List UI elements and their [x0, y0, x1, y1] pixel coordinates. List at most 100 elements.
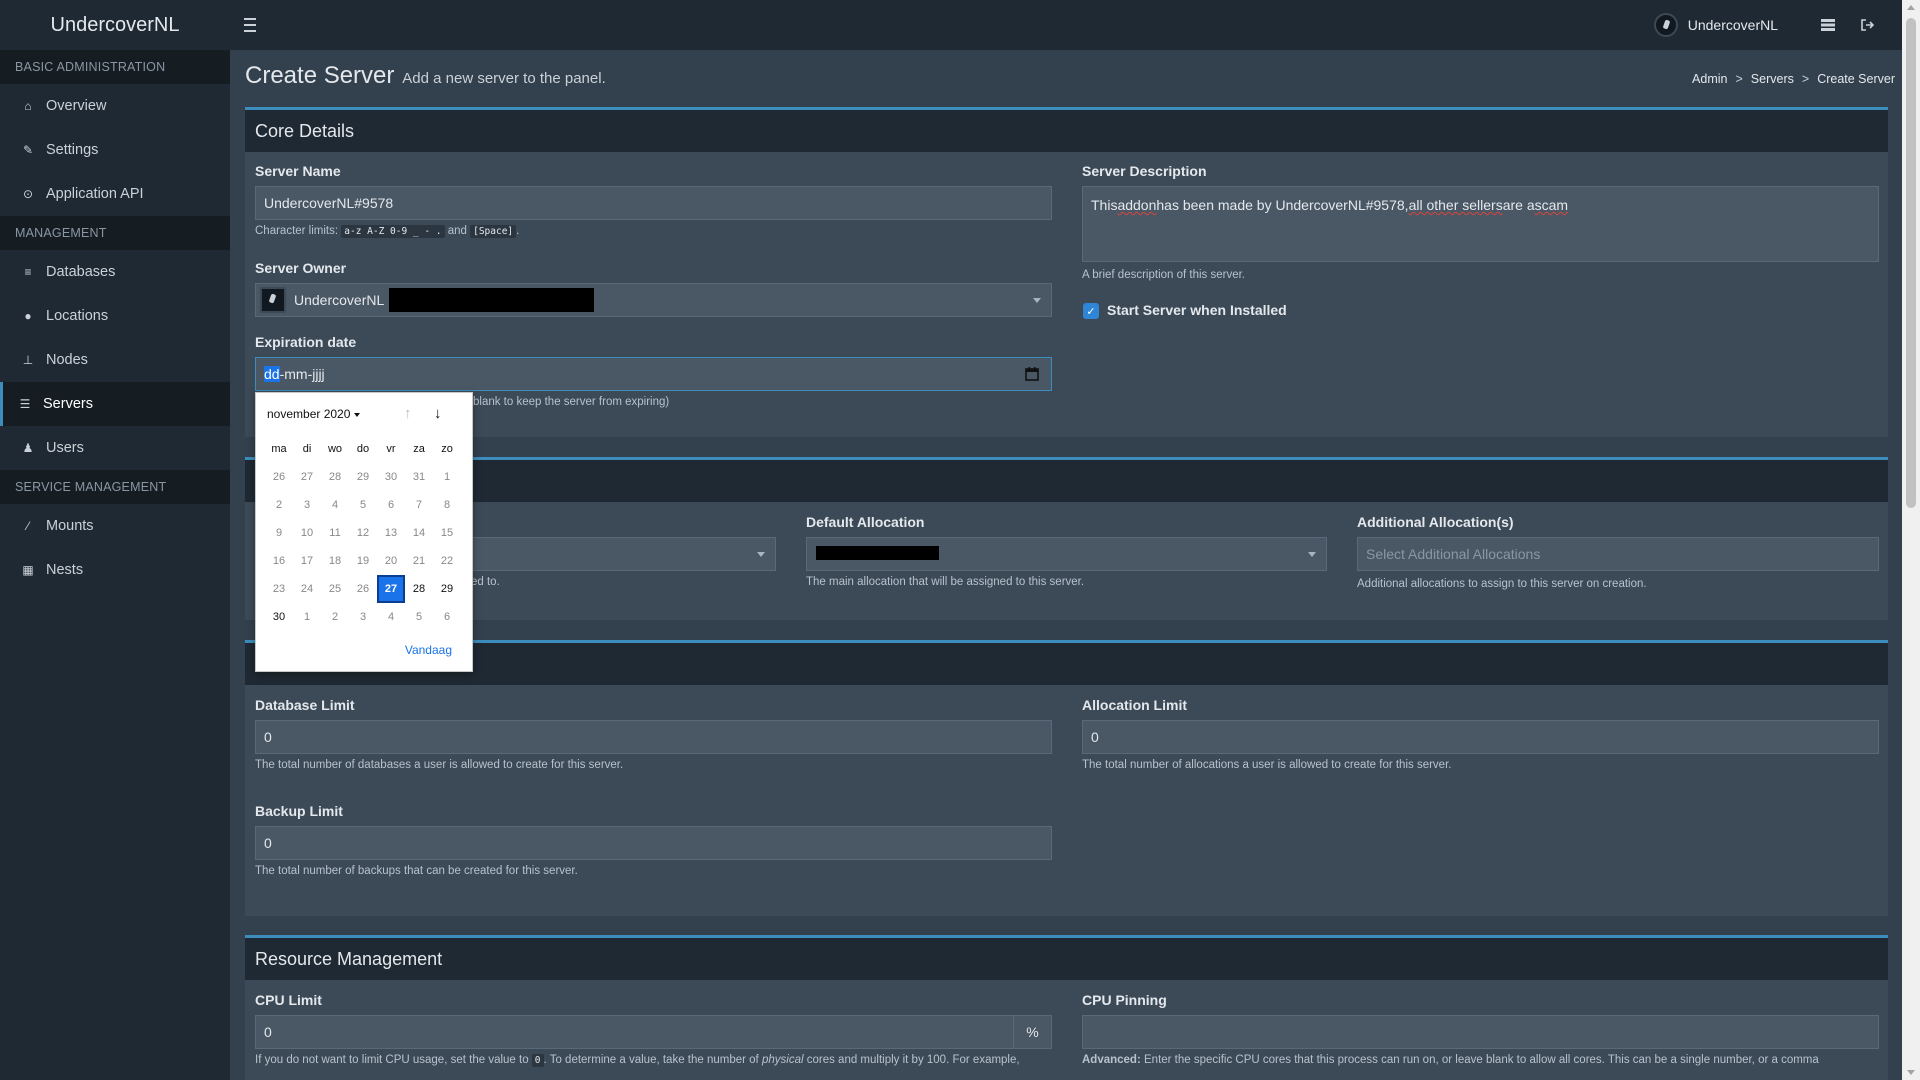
calendar-day[interactable]: 31 — [405, 463, 433, 491]
calendar-day[interactable]: 28 — [321, 463, 349, 491]
logout-icon[interactable] — [1848, 0, 1888, 50]
server-description-label: Server Description — [1082, 163, 1207, 179]
weekday-header: do — [356, 443, 370, 455]
server-name-label: Server Name — [255, 163, 341, 179]
server-icon: ☰ — [19, 397, 31, 411]
start-server-checkbox[interactable]: ✓ — [1083, 303, 1099, 319]
cpu-limit-help: If you do not want to limit CPU usage, s… — [255, 1054, 1020, 1067]
sidebar-item-nests[interactable]: ▦ Nests — [0, 548, 230, 592]
calendar-day[interactable]: 27 — [293, 463, 321, 491]
page-subtitle: Add a new server to the panel. — [402, 70, 606, 87]
calendar-day[interactable]: 16 — [265, 547, 293, 575]
calendar-day[interactable]: 29 — [349, 463, 377, 491]
sidebar-item-databases[interactable]: ≡ Databases — [0, 250, 230, 294]
owner-name: UndercoverNL — [294, 292, 385, 308]
calendar-day[interactable]: 23 — [265, 575, 293, 603]
calendar-day[interactable]: 1 — [433, 463, 461, 491]
server-owner-select[interactable]: UndercoverNL — [255, 283, 1052, 317]
calendar-day[interactable]: 17 — [293, 547, 321, 575]
database-limit-input[interactable]: 0 — [255, 720, 1052, 754]
user-menu: UndercoverNL — [1653, 0, 1902, 50]
calendar-day[interactable]: 3 — [293, 491, 321, 519]
sidebar-item-overview[interactable]: ⌂ Overview — [0, 84, 230, 128]
calendar-day[interactable]: 2 — [321, 603, 349, 631]
calendar-day[interactable]: 13 — [377, 519, 405, 547]
expiration-date-input[interactable]: dd -mm-jjjj — [255, 357, 1052, 391]
avatar[interactable] — [1653, 13, 1678, 37]
calendar-day[interactable]: 25 — [321, 575, 349, 603]
today-button[interactable]: Vandaag — [405, 643, 452, 657]
start-server-label[interactable]: Start Server when Installed — [1107, 302, 1287, 318]
breadcrumb-servers[interactable]: Servers — [1751, 72, 1794, 86]
calendar-day[interactable]: 21 — [405, 547, 433, 575]
content-header: Create Server Add a new server to the pa… — [245, 62, 1895, 102]
calendar-day[interactable]: 4 — [377, 603, 405, 631]
node-help: ed to. — [471, 576, 500, 588]
calendar-day[interactable]: 2 — [265, 491, 293, 519]
breadcrumb-admin[interactable]: Admin — [1692, 72, 1727, 86]
calendar-day[interactable]: 26 — [265, 463, 293, 491]
scrollbar-thumb[interactable] — [1906, 18, 1916, 508]
calendar-day[interactable]: 18 — [321, 547, 349, 575]
calendar-day[interactable]: 12 — [349, 519, 377, 547]
month-year-selector[interactable]: november 2020 — [267, 407, 361, 421]
calendar-day[interactable]: 20 — [377, 547, 405, 575]
calendar-day[interactable]: 3 — [349, 603, 377, 631]
allocation-limit-input[interactable]: 0 — [1082, 720, 1879, 754]
calendar-day[interactable]: 29 — [433, 575, 461, 603]
calendar-day[interactable]: 30 — [265, 603, 293, 631]
page-scrollbar[interactable] — [1902, 0, 1920, 1080]
calendar-day[interactable]: 14 — [405, 519, 433, 547]
sidebar-item-nodes[interactable]: ⊥ Nodes — [0, 338, 230, 382]
calendar-day[interactable]: 10 — [293, 519, 321, 547]
server-description-textarea[interactable]: This addon has been made by UndercoverNL… — [1082, 186, 1879, 262]
calendar-day[interactable]: 15 — [433, 519, 461, 547]
weekday-header: wo — [327, 443, 343, 455]
calendar-day[interactable]: 11 — [321, 519, 349, 547]
calendar-day[interactable]: 5 — [349, 491, 377, 519]
weekday-header: vr — [386, 443, 396, 455]
sidebar-item-mounts[interactable]: ⁄ Mounts — [0, 504, 230, 548]
calendar-day[interactable]: 19 — [349, 547, 377, 575]
calendar-day[interactable]: 30 — [377, 463, 405, 491]
calendar-day[interactable]: 26 — [349, 575, 377, 603]
cpu-limit-input[interactable]: 0 — [255, 1015, 1014, 1049]
backup-limit-input[interactable]: 0 — [255, 826, 1052, 860]
user-name[interactable]: UndercoverNL — [1688, 17, 1778, 33]
calendar-day[interactable]: 28 — [405, 575, 433, 603]
sidebar-toggle-icon[interactable] — [244, 14, 260, 36]
previous-month-icon[interactable]: ↑ — [404, 405, 412, 422]
chevron-down-icon — [1308, 552, 1316, 557]
calendar-day[interactable]: 6 — [433, 603, 461, 631]
core-details-title: Core Details — [245, 110, 1888, 152]
sidebar-item-locations[interactable]: ● Locations — [0, 294, 230, 338]
calendar-day[interactable]: 6 — [377, 491, 405, 519]
calendar-day[interactable]: 9 — [265, 519, 293, 547]
calendar-day[interactable]: 4 — [321, 491, 349, 519]
database-limit-label: Database Limit — [255, 697, 355, 713]
calendar-day[interactable]: 24 — [293, 575, 321, 603]
brand-logo[interactable]: UndercoverNL — [0, 0, 230, 50]
calendar-day[interactable]: 1 — [293, 603, 321, 631]
backup-limit-help: The total number of backups that can be … — [255, 865, 578, 877]
calendar-day[interactable]: 22 — [433, 547, 461, 575]
expiration-label: Expiration date — [255, 334, 357, 350]
next-month-icon[interactable]: ↓ — [434, 405, 442, 422]
additional-allocations-select[interactable]: Select Additional Allocations — [1357, 537, 1879, 571]
calendar-day[interactable]: 8 — [433, 491, 461, 519]
scroll-down-icon[interactable] — [1907, 1070, 1915, 1075]
breadcrumb-current: Create Server — [1817, 72, 1895, 86]
server-list-icon[interactable] — [1808, 0, 1848, 50]
cpu-pinning-input[interactable] — [1082, 1015, 1879, 1049]
calendar-day[interactable]: 7 — [405, 491, 433, 519]
calendar-day[interactable]: 5 — [405, 603, 433, 631]
scroll-up-icon[interactable] — [1907, 5, 1915, 10]
sidebar-item-users[interactable]: ♟ Users — [0, 426, 230, 470]
calendar-day[interactable]: 27 — [377, 575, 405, 603]
sidebar-item-application-api[interactable]: ⊙ Application API — [0, 172, 230, 216]
server-name-input[interactable]: UndercoverNL#9578 — [255, 186, 1052, 220]
expiration-help: blank to keep the server from expiring) — [473, 396, 670, 408]
sidebar-item-servers[interactable]: ☰ Servers — [0, 382, 230, 426]
calendar-icon[interactable] — [1025, 367, 1039, 384]
sidebar-item-settings[interactable]: ✎ Settings — [0, 128, 230, 172]
